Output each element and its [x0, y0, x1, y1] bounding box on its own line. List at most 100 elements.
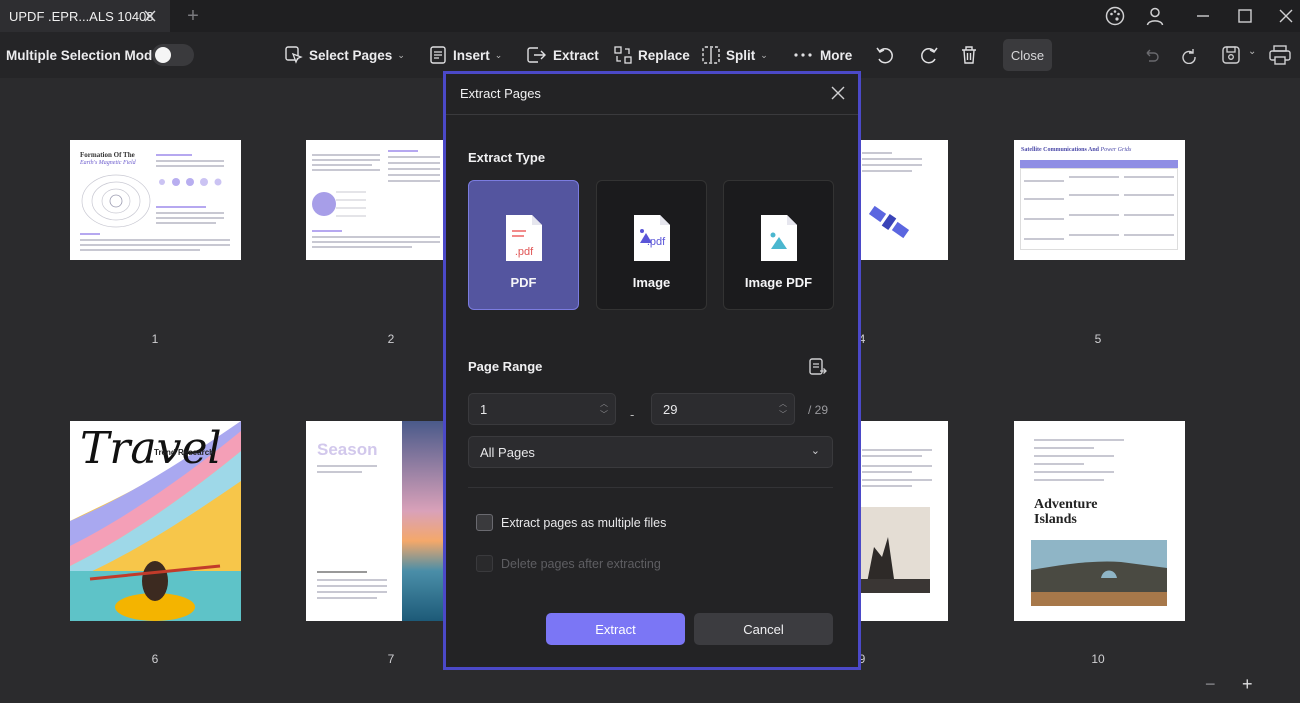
multiple-files-checkbox[interactable]	[476, 514, 493, 531]
new-tab-button[interactable]: +	[183, 6, 203, 26]
extract-label: Extract	[553, 47, 599, 63]
chevron-down-icon: ⌄	[494, 49, 503, 60]
multiple-selection-label: Multiple Selection Mode	[6, 47, 160, 63]
close-tab-icon[interactable]	[142, 8, 158, 24]
rotate-left-icon[interactable]	[874, 44, 896, 66]
page-thumbnail[interactable]: Travel Trend Research	[70, 421, 241, 621]
page-subtitle: Earth's Magnetic Field	[80, 160, 136, 166]
extract-icon	[527, 47, 546, 63]
page-title: Formation Of The	[80, 151, 135, 159]
page-thumbnail[interactable]	[306, 140, 446, 260]
page-range-settings-icon[interactable]	[808, 357, 828, 377]
extract-pages-dialog: Extract Pages Extract Type .pdf PDF .pdf…	[446, 74, 858, 667]
delete-pages-option: Delete pages after extracting	[476, 555, 661, 572]
table-header	[1020, 160, 1178, 168]
redo-icon[interactable]	[1180, 46, 1198, 64]
save-options-chevron-icon[interactable]: ⌄	[1248, 46, 1256, 57]
select-pages-icon	[285, 46, 303, 64]
page-thumbnail[interactable]: Satellite Communications And Power Grids	[1014, 140, 1185, 260]
replace-label: Replace	[638, 47, 690, 63]
extract-type-pdf[interactable]: .pdf PDF	[468, 180, 579, 310]
page-thumbnail[interactable]	[860, 140, 948, 260]
range-from-value: 1	[480, 401, 488, 417]
dialog-title: Extract Pages	[460, 86, 541, 101]
cover-title: Season	[317, 440, 378, 459]
page-number: 6	[151, 652, 159, 666]
print-icon[interactable]	[1268, 44, 1292, 66]
chevron-down-icon: ⌄	[397, 49, 405, 60]
range-to-input[interactable]: 29 ︿ ﹀	[651, 393, 795, 425]
chevron-down-icon: ⌄	[760, 49, 768, 60]
extract-type-image-label: Image	[632, 275, 671, 290]
multiple-files-option[interactable]: Extract pages as multiple files	[476, 514, 666, 531]
close-dialog-icon[interactable]	[830, 85, 846, 101]
range-total: / 29	[808, 403, 829, 417]
undo-icon[interactable]	[1142, 46, 1160, 64]
maximize-icon[interactable]	[1234, 5, 1256, 27]
title-bar: UPDF .EPR...ALS 10408 +	[0, 0, 1300, 32]
range-to-stepper[interactable]: ︿ ﹀	[778, 398, 788, 420]
page-thumbnail[interactable]: Season	[306, 421, 446, 621]
page-title: Satellite Communications And Power Grids	[1021, 147, 1132, 153]
page-thumbnail[interactable]	[860, 421, 948, 621]
multiple-selection-toggle[interactable]	[152, 44, 194, 66]
zoom-out-button[interactable]: −	[1205, 674, 1216, 695]
range-from-input[interactable]: 1 ︿ ﹀	[468, 393, 616, 425]
select-pages-label: Select Pages	[309, 47, 393, 63]
page-number: 2	[387, 332, 395, 346]
extract-type-image[interactable]: .pdf Image	[596, 180, 707, 310]
select-pages-dropdown[interactable]: Select Pages ⌄	[284, 32, 405, 78]
extract-confirm-button[interactable]: Extract	[546, 613, 685, 645]
toggle-knob	[155, 47, 171, 63]
planet-row-illustration	[159, 178, 222, 186]
page-number: 10	[1091, 652, 1105, 666]
cancel-button[interactable]: Cancel	[694, 613, 833, 645]
pdf-file-icon: .pdf	[506, 215, 542, 261]
multiple-files-label: Extract pages as multiple files	[501, 515, 667, 530]
replace-icon	[614, 46, 632, 64]
delete-trash-icon[interactable]	[958, 44, 980, 66]
chevron-down-icon: ⌄	[810, 445, 820, 457]
close-organize-button[interactable]: Close	[1003, 39, 1052, 71]
page-title: Adventure Islands	[1034, 497, 1098, 527]
svg-text:.pdf: .pdf	[647, 236, 666, 248]
sunset-photo	[402, 421, 446, 621]
tab-title: UPDF .EPR...ALS 10408	[9, 8, 154, 24]
delete-pages-checkbox	[476, 555, 493, 572]
page-thumbnail[interactable]: Adventure Islands	[1014, 421, 1185, 621]
options-divider	[468, 487, 833, 488]
page-thumbnail[interactable]: Formation Of The Earth's Magnetic Field	[70, 140, 241, 260]
dialog-divider	[446, 114, 858, 115]
minimize-icon[interactable]	[1192, 5, 1214, 27]
more-dots-icon	[794, 53, 812, 57]
page-subset-select[interactable]: All Pages ⌄	[468, 436, 833, 468]
image-pdf-file-icon	[761, 215, 797, 261]
diagram-illustration	[312, 191, 366, 217]
zoom-in-button[interactable]: +	[1242, 674, 1253, 695]
page-number: 1	[151, 332, 159, 346]
island-photo	[1031, 540, 1167, 606]
page-number: 7	[387, 652, 395, 666]
range-to-value: 29	[663, 401, 678, 417]
split-label: Split	[726, 47, 756, 63]
insert-label: Insert	[453, 47, 490, 63]
range-separator: -	[630, 407, 635, 422]
save-icon[interactable]	[1220, 44, 1242, 66]
document-tab[interactable]: UPDF .EPR...ALS 10408	[0, 0, 170, 32]
more-label: More	[820, 47, 853, 63]
extract-type-image-pdf-label: Image PDF	[744, 275, 813, 290]
window-close-icon[interactable]	[1275, 5, 1297, 27]
range-from-stepper[interactable]: ︿ ﹀	[599, 398, 609, 420]
split-icon	[702, 46, 720, 64]
svg-text:.pdf: .pdf	[515, 246, 534, 258]
page-number: 5	[1094, 332, 1102, 346]
rotate-right-icon[interactable]	[918, 44, 940, 66]
satellite-illustration	[868, 205, 910, 239]
account-icon[interactable]	[1144, 5, 1166, 27]
theme-palette-icon[interactable]	[1104, 5, 1126, 27]
rock-photo	[860, 507, 930, 593]
extract-type-image-pdf[interactable]: Image PDF	[723, 180, 834, 310]
image-file-icon: .pdf	[634, 215, 670, 261]
page-range-heading: Page Range	[468, 359, 543, 374]
magnetic-field-illustration	[81, 174, 151, 228]
